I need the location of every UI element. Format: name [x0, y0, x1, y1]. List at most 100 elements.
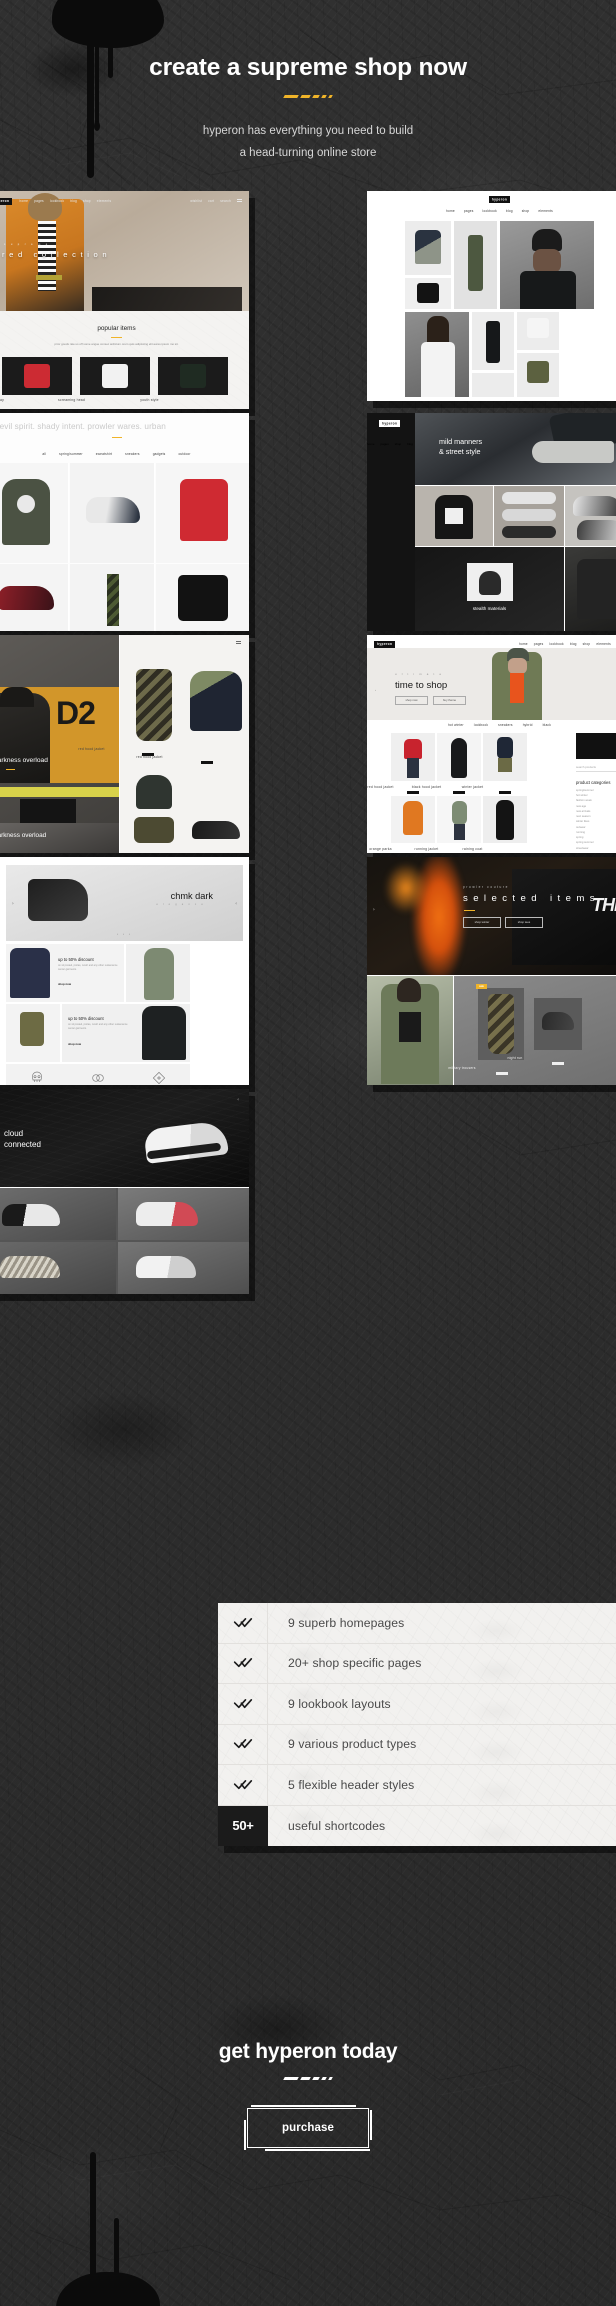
filter-gadgets[interactable]: gadgets	[153, 452, 166, 456]
slider-prev[interactable]: |‹	[373, 907, 375, 911]
nav-item-shop[interactable]: shop	[83, 199, 91, 203]
product-tile[interactable]	[70, 563, 155, 631]
product-tile[interactable]	[0, 563, 69, 631]
nav-item-pages[interactable]: pages	[534, 642, 544, 646]
lookbook-tile[interactable]	[494, 485, 564, 546]
slider-prev[interactable]: ‹	[375, 688, 376, 692]
filter-sneakers[interactable]: sneakers	[498, 723, 513, 727]
site-logo[interactable]: hyperon	[379, 420, 401, 428]
product-tile[interactable]	[483, 732, 527, 781]
promo-card-2[interactable]	[126, 943, 190, 1002]
nav-item-shop[interactable]: shop	[583, 642, 591, 646]
product-tile[interactable]	[405, 220, 451, 275]
screenshot-selected-items[interactable]: THR prowler couture selected items shop …	[367, 856, 616, 1085]
nav-item-home[interactable]: home	[519, 642, 528, 646]
shop-winter-button[interactable]: shop winter	[463, 916, 501, 928]
nav-item-shop[interactable]: shop	[395, 441, 402, 457]
product-card-1[interactable]	[2, 356, 72, 395]
nav-item-pages[interactable]: pages	[381, 441, 389, 457]
product-tile[interactable]	[0, 462, 69, 563]
filter-hybrid[interactable]: hybrid	[523, 723, 533, 727]
product-tile[interactable]	[405, 277, 451, 309]
screenshot-chmk-dark[interactable]: chmk dark e l e g a n c e |‹ ›| • • • up…	[0, 856, 249, 1085]
screenshot-darkness-overload[interactable]: D2 darkness overload darkness overload	[0, 634, 249, 853]
lookbook-tile-dark[interactable]: stealth materials	[415, 546, 564, 631]
product-image[interactable]	[136, 668, 172, 741]
product-tile[interactable]	[517, 352, 559, 397]
filter-spring-summer[interactable]: spring/summer	[59, 452, 83, 456]
nav-right[interactable]: wishlist cart search	[190, 199, 242, 204]
promo-link[interactable]: shop now	[58, 982, 71, 986]
product-tile[interactable]	[437, 732, 481, 781]
filter-nav[interactable]: all spring/summer sweatshirt sneakers ga…	[0, 452, 249, 456]
screenshot-prowler-wares[interactable]: twist. evil spirit. shady intent. prowle…	[0, 412, 249, 631]
shop-tees-button[interactable]: shop tees	[505, 916, 543, 928]
promo-card-4[interactable]: up to 50% discount on sit posted, portas…	[62, 1003, 190, 1062]
nav-links[interactable]: home pages lookbook blog shop elements	[19, 199, 111, 203]
nav-item-home[interactable]: home	[367, 441, 375, 457]
slider-next[interactable]: ›|	[235, 901, 237, 905]
screenshot-mild-manners[interactable]: hyperon home pages shop blog lookbook co…	[367, 412, 616, 631]
nav-item-home[interactable]: home	[19, 199, 28, 203]
product-image[interactable]	[192, 820, 240, 839]
screenshot-time-to-shop[interactable]: hyperon home pages lookbook blog shop el…	[367, 634, 616, 853]
category-item[interactable]: streetwear	[576, 846, 616, 851]
product-tile[interactable]	[483, 795, 527, 843]
product-card-2[interactable]	[80, 356, 150, 395]
hamburger-icon[interactable]	[236, 640, 241, 645]
product-tile[interactable]	[0, 1187, 116, 1240]
screenshot-red-collection[interactable]: hyperon home pages lookbook blog shop el…	[0, 190, 249, 409]
filter-black[interactable]: black	[543, 723, 551, 727]
product-tile[interactable]	[517, 311, 559, 350]
category-list[interactable]: spring/summer hot winter fashion week ne…	[576, 788, 616, 851]
promo-link[interactable]: shop now	[68, 1042, 81, 1046]
nav-item-lookbook[interactable]: lookbook	[549, 642, 563, 646]
nav-item-blog[interactable]: blog	[570, 642, 577, 646]
product-image[interactable]	[136, 774, 172, 809]
nav-item-pages[interactable]: pages	[464, 209, 474, 213]
slider-dots[interactable]: • • •	[6, 932, 243, 936]
filter-all[interactable]: all	[42, 452, 46, 456]
nav-item-cart[interactable]: cart	[208, 199, 214, 203]
nav-item-search[interactable]: search	[220, 199, 231, 203]
purchase-button[interactable]: purchase	[247, 2108, 369, 2148]
nav-item-lookbook[interactable]: lookbook	[50, 199, 64, 203]
filter-lookbook[interactable]: lookbook	[474, 723, 488, 727]
site-logo[interactable]: hyperon	[374, 640, 396, 648]
lookbook-tile[interactable]	[565, 485, 616, 546]
product-tile[interactable]	[472, 372, 514, 397]
side-nav[interactable]: hyperon home pages shop blog lookbook co…	[367, 412, 447, 631]
product-card[interactable]: sale	[476, 983, 524, 1060]
product-tile[interactable]	[70, 462, 155, 563]
nav-links[interactable]: home pages lookbook blog shop elements e…	[519, 642, 616, 646]
product-tile[interactable]	[391, 795, 435, 843]
product-tile[interactable]	[156, 563, 249, 631]
shop-now-button[interactable]: shop now	[395, 695, 428, 705]
product-tile[interactable]	[391, 732, 435, 781]
product-tile[interactable]	[156, 462, 249, 563]
buy-theme-button[interactable]: buy theme	[433, 695, 466, 705]
lookbook-tile-dark[interactable]	[565, 546, 616, 631]
side-nav-links[interactable]: home pages shop blog lookbook contact us	[367, 441, 447, 457]
screenshot-grid-shop[interactable]: hyperon home pages lookbook blog shop el…	[367, 190, 616, 401]
nav-item-blog[interactable]: blog	[407, 441, 413, 457]
site-logo[interactable]: hyperon	[0, 197, 13, 205]
site-nav[interactable]: home pages lookbook blog shop elements	[367, 209, 616, 213]
product-tile[interactable]	[472, 311, 514, 370]
product-tile[interactable]	[0, 1241, 116, 1294]
nav-item-blog[interactable]: blog	[506, 209, 513, 213]
filter-outdoor[interactable]: outdoor	[178, 452, 190, 456]
nav-item-lookbook[interactable]: lookbook	[483, 209, 497, 213]
screenshot-cloud-connected[interactable]: cloud connected ›|	[0, 1088, 249, 1294]
promo-card-1[interactable]: up to 50% discount on sit posted, portas…	[6, 943, 124, 1002]
slider-prev[interactable]: |‹	[12, 901, 14, 905]
promo-card-3[interactable]	[6, 1003, 60, 1062]
product-tile[interactable]	[117, 1187, 249, 1240]
nav-item-elements[interactable]: elements	[596, 642, 611, 646]
nav-item-wishlist[interactable]: wishlist	[190, 199, 202, 203]
product-card[interactable]	[534, 997, 582, 1050]
model-tile[interactable]	[405, 311, 469, 397]
nav-item-pages[interactable]: pages	[34, 199, 44, 203]
search-input[interactable]: search products	[576, 765, 616, 772]
site-nav[interactable]: hyperon home pages lookbook blog shop el…	[0, 196, 249, 207]
